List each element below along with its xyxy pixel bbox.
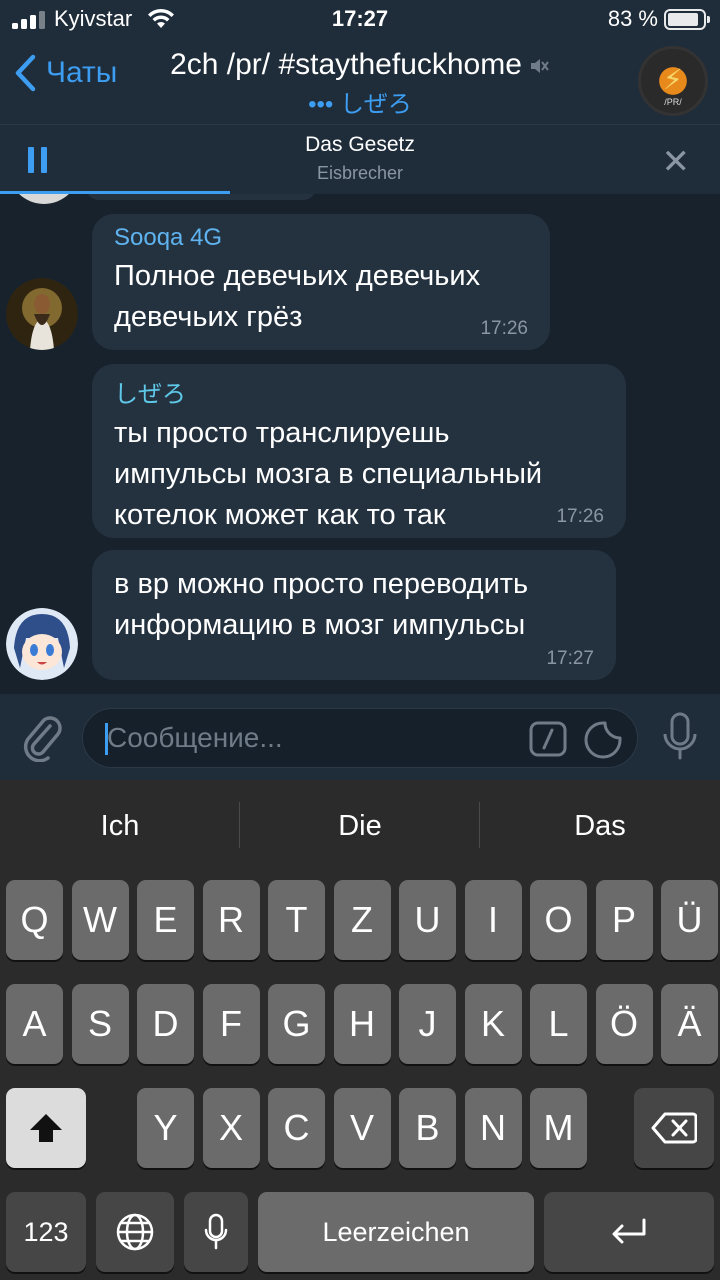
avatar-image [6, 278, 78, 350]
key[interactable]: S [71, 984, 129, 1064]
avatar-image [6, 608, 78, 680]
globe-icon [116, 1213, 154, 1251]
message-text: Полное девечьих девечьих девечьих грёз [114, 256, 528, 338]
key[interactable]: J [399, 984, 456, 1064]
key[interactable]: I [464, 880, 522, 960]
message-line: в вр можно просто переводить [114, 568, 529, 600]
key[interactable]: Z [333, 880, 391, 960]
key[interactable]: U [399, 880, 456, 960]
track-title: Das Gesetz [305, 133, 415, 156]
battery-icon [664, 9, 710, 30]
key[interactable]: A [6, 984, 63, 1064]
key[interactable]: O [530, 880, 587, 960]
key[interactable]: Ä [661, 984, 718, 1064]
status-bar: Kyivstar 17:27 83 % [0, 0, 720, 40]
key[interactable]: Ö [595, 984, 653, 1064]
message-input-bar [0, 694, 720, 780]
sender-name[interactable]: Sooqa 4G [114, 224, 528, 252]
key[interactable]: N [464, 1088, 522, 1168]
telegram-chat-screen: Kyivstar 17:27 83 % Чаты 2ch /pr/ #stayt… [0, 0, 720, 1280]
key[interactable]: H [333, 984, 391, 1064]
bot-command-icon[interactable] [529, 721, 567, 757]
paperclip-icon[interactable] [20, 712, 64, 762]
dictation-key[interactable] [184, 1192, 248, 1272]
message-field[interactable] [82, 708, 638, 768]
numbers-key[interactable]: 123 [6, 1192, 86, 1272]
group-avatar[interactable]: ⚡ /PR/ [638, 46, 708, 116]
suggestion-1[interactable]: Ich [0, 810, 240, 843]
key[interactable]: Q [6, 880, 63, 960]
group-avatar-tag: /PR/ [664, 97, 682, 107]
message-bubble[interactable]: в вр можно просто переводить информацию … [92, 550, 616, 680]
message-time: 17:26 [556, 506, 604, 527]
space-key[interactable]: Leerzeichen [258, 1192, 534, 1272]
music-player-bar[interactable]: Das Gesetz Eisbrecher ✕ [0, 124, 720, 194]
return-key[interactable] [544, 1192, 714, 1272]
message-line: информацию в мозг импульсы [114, 609, 526, 641]
chat-title: 2ch /pr/ #staythefuckhome [170, 48, 522, 81]
key[interactable]: Ü [661, 880, 718, 960]
muted-icon [530, 59, 549, 74]
microphone-icon[interactable] [662, 712, 698, 762]
return-icon [612, 1218, 646, 1244]
message-time: 17:26 [480, 318, 528, 339]
sticker-icon[interactable] [583, 721, 623, 759]
lightning-icon: ⚡ [663, 64, 683, 95]
battery-percent: 83 % [607, 6, 658, 31]
message-bubble[interactable] [86, 194, 316, 200]
message-time: 17:27 [546, 648, 594, 669]
avatar[interactable] [6, 608, 78, 680]
suggestion-3[interactable]: Das [480, 810, 720, 843]
keyboard: Ich Die Das QWERTZUIOPÜ ASDFGHJKLÖÄ YXCVBN… [0, 780, 720, 1280]
message-text: в вр можно просто переводить информацию … [114, 564, 594, 646]
key[interactable]: P [595, 880, 653, 960]
key[interactable]: F [202, 984, 260, 1064]
chat-header: Чаты 2ch /pr/ #staythefuckhome ••• しぜろ ⚡… [0, 40, 720, 124]
sender-name[interactable]: しぜろ [114, 374, 604, 409]
key[interactable]: M [530, 1088, 587, 1168]
message-bubble[interactable]: Sooqa 4G Полное девечьих девечьих девечь… [92, 214, 550, 350]
message-text: ты просто транслируешь импульсы мозга в … [114, 413, 604, 536]
microphone-icon [204, 1213, 228, 1250]
key[interactable]: X [202, 1088, 260, 1168]
backspace-key[interactable] [634, 1088, 714, 1168]
message-input[interactable] [107, 717, 507, 759]
message-line: ты просто транслируешь [114, 417, 450, 449]
typing-indicator: ••• しぜろ [308, 91, 412, 118]
message-line: котелок может как то так [114, 499, 446, 531]
key[interactable]: L [530, 984, 587, 1064]
close-icon[interactable]: ✕ [662, 145, 691, 179]
avatar[interactable] [6, 278, 78, 350]
suggestion-2[interactable]: Die [240, 810, 480, 843]
track-artist: Eisbrecher [316, 163, 404, 183]
message-list[interactable]: Sooqa 4G Полное девечьих девечьих девечь… [0, 194, 720, 694]
key[interactable]: D [137, 984, 194, 1064]
key[interactable]: G [268, 984, 325, 1064]
message-line: девечьих грёз [114, 301, 303, 333]
key[interactable]: V [333, 1088, 391, 1168]
key[interactable]: Y [137, 1088, 194, 1168]
key[interactable]: C [268, 1088, 325, 1168]
shift-icon [30, 1114, 62, 1142]
message-line: импульсы мозга в специальный [114, 458, 543, 490]
key[interactable]: K [464, 984, 522, 1064]
chat-title-area[interactable]: 2ch /pr/ #staythefuckhome [0, 48, 720, 82]
message-bubble[interactable]: しぜろ ты просто транслируешь импульсы мозг… [92, 364, 626, 538]
key[interactable]: W [71, 880, 129, 960]
suggestion-bar: Ich Die Das [0, 780, 720, 876]
message-line: Полное девечьих девечьих [114, 260, 481, 292]
backspace-icon [651, 1112, 697, 1144]
avatar[interactable] [8, 194, 80, 204]
shift-key[interactable] [6, 1088, 86, 1168]
key[interactable]: T [268, 880, 325, 960]
globe-key[interactable] [96, 1192, 174, 1272]
key[interactable]: R [202, 880, 260, 960]
key[interactable]: E [137, 880, 194, 960]
key[interactable]: B [399, 1088, 456, 1168]
